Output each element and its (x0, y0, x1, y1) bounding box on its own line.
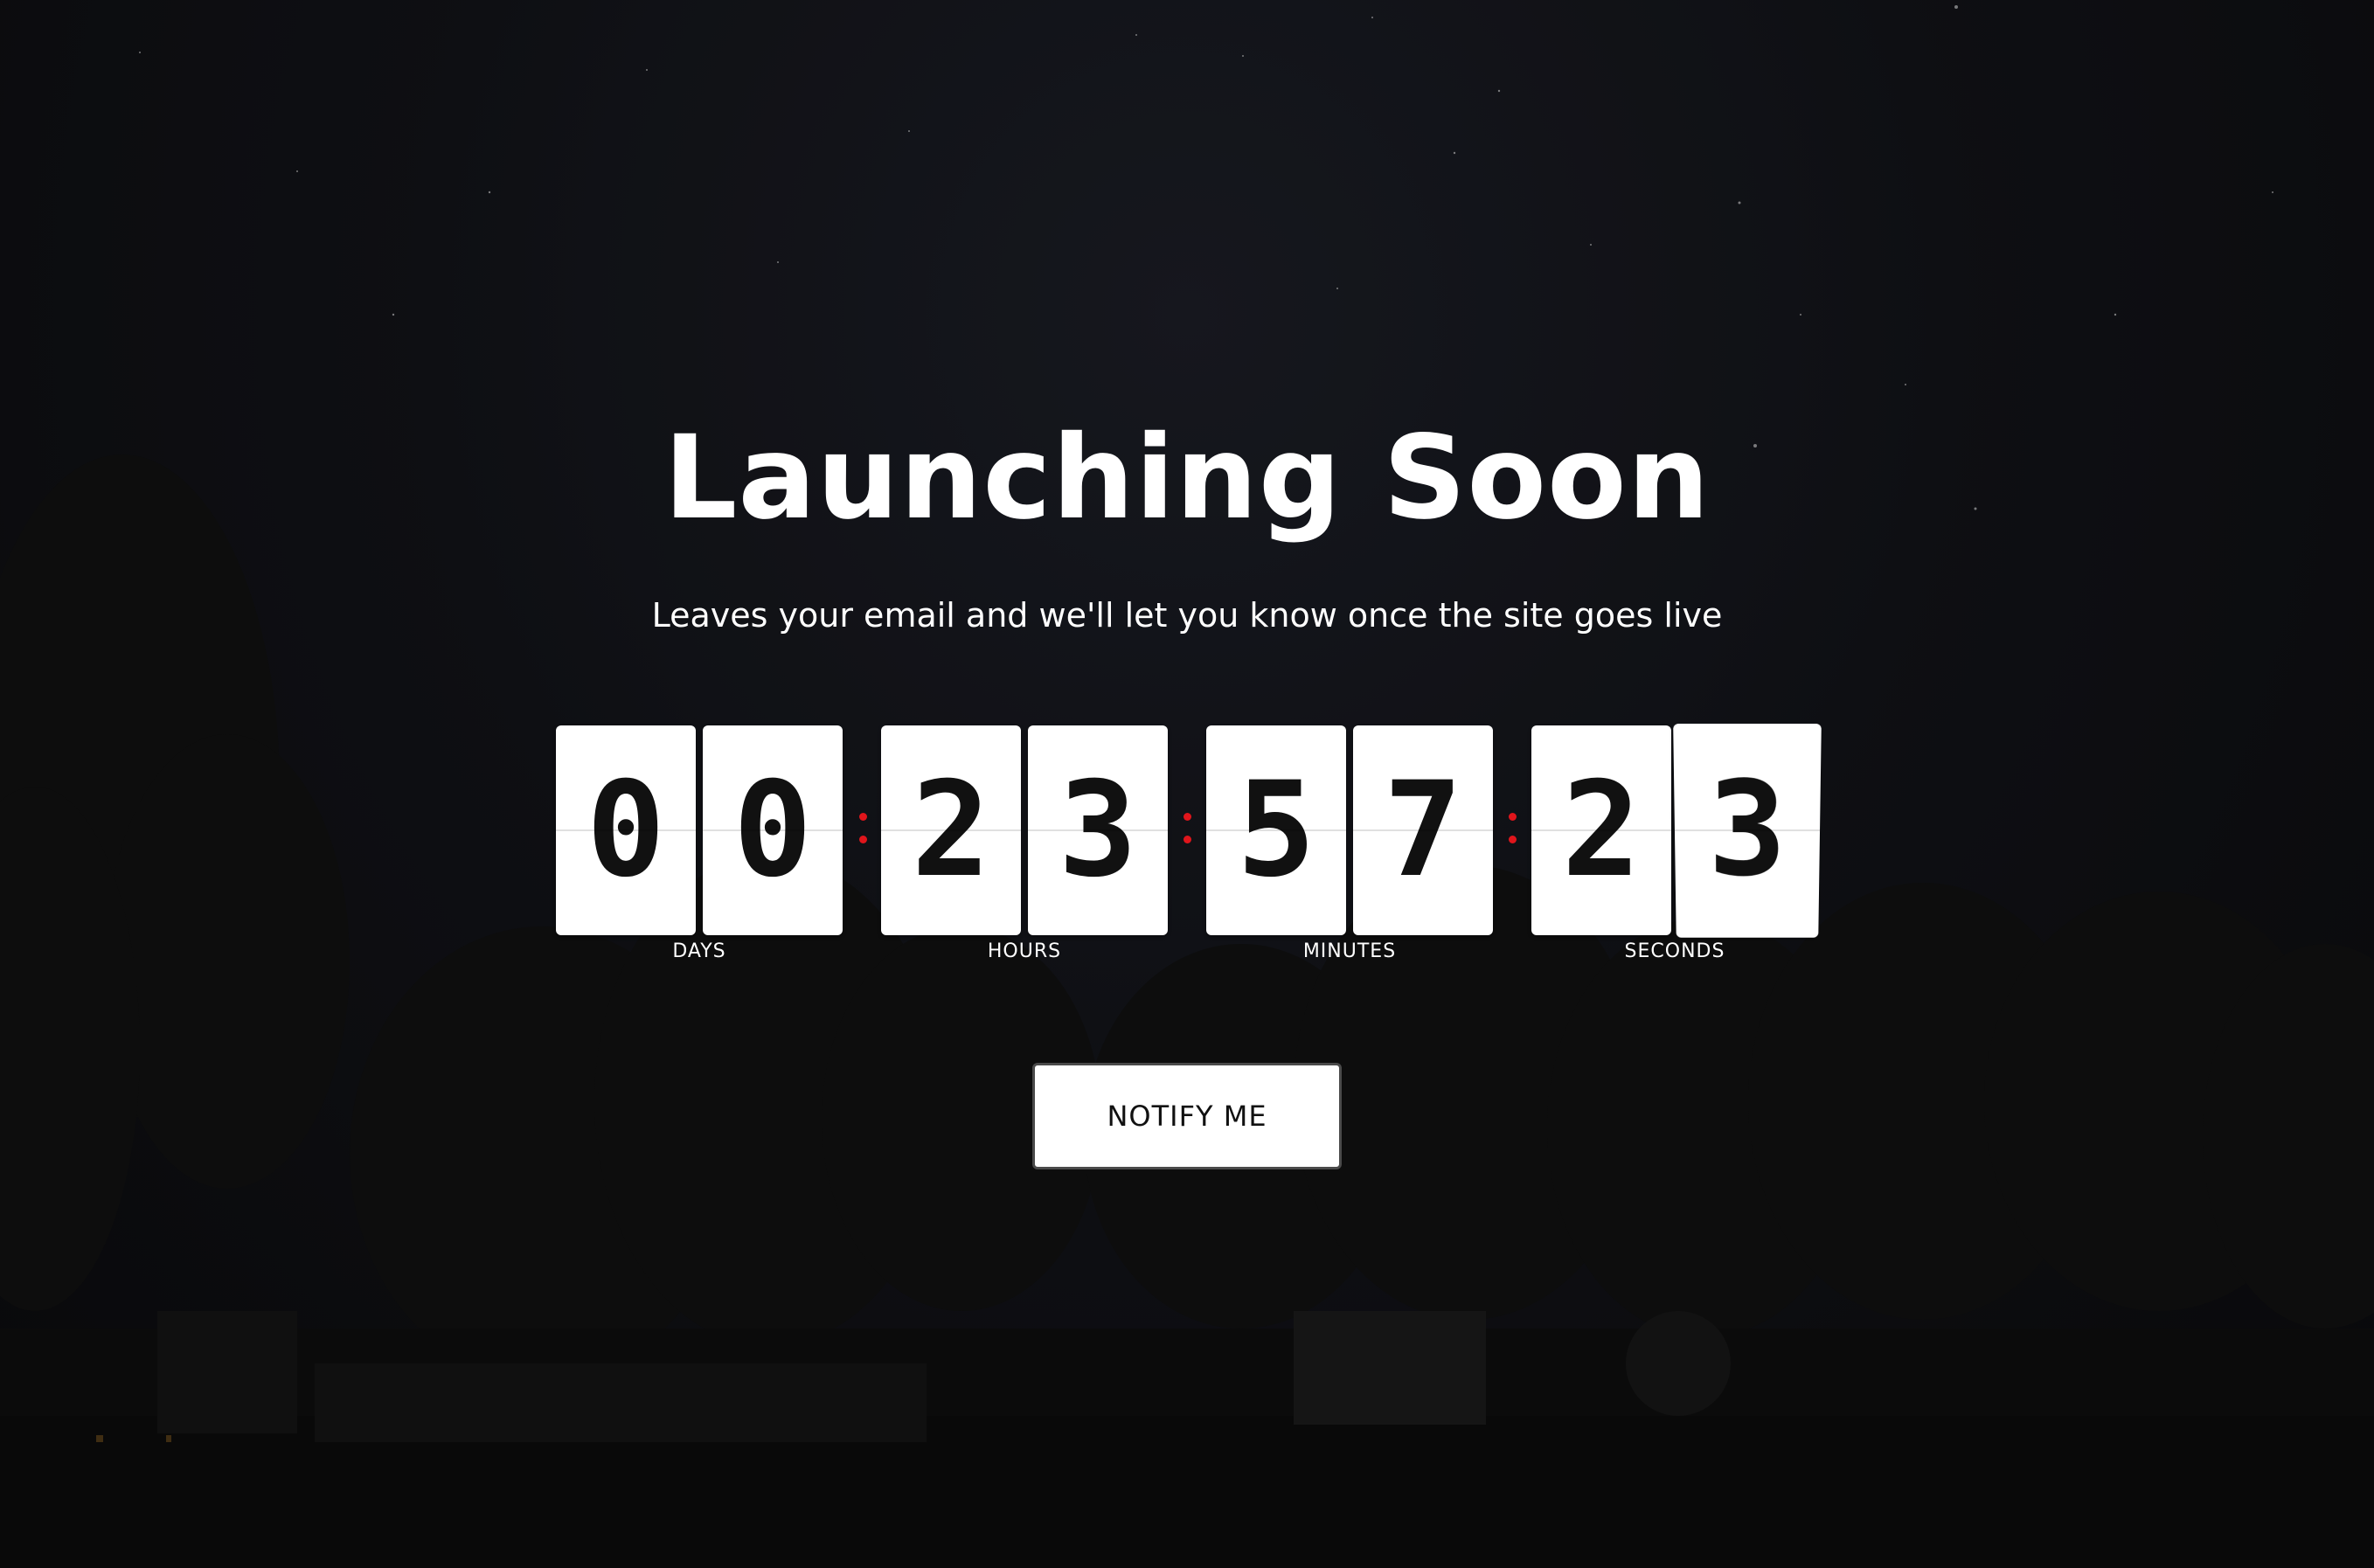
hours-digit-1: 2 (881, 725, 1021, 935)
days-digit-1: 0 (556, 725, 696, 935)
days-label: DAYS (672, 940, 726, 962)
hours-digit-2: 3 (1028, 725, 1168, 935)
seconds-digit-1: 2 (1531, 725, 1671, 935)
minutes-label: MINUTES (1302, 940, 1397, 962)
days-digit-2: 0 (703, 725, 843, 935)
page-subtitle: Leaves your email and we'll let you know… (651, 596, 1723, 635)
minutes-seconds-separator (1507, 813, 1517, 857)
hours-minutes-separator (1182, 813, 1192, 857)
seconds-digit-2: 3 (1673, 723, 1822, 938)
page-title: Launching Soon (663, 411, 1711, 545)
minutes-digit-1: 5 (1206, 725, 1346, 935)
hours-label: HOURS (987, 940, 1062, 962)
notify-me-button[interactable]: NOTIFY ME (1032, 1063, 1342, 1169)
coming-soon-content: Launching Soon Leaves your email and we'… (0, 0, 2374, 1568)
minutes-digit-2: 7 (1353, 725, 1493, 935)
days-hours-separator (857, 813, 868, 857)
seconds-label: SECONDS (1624, 940, 1725, 962)
